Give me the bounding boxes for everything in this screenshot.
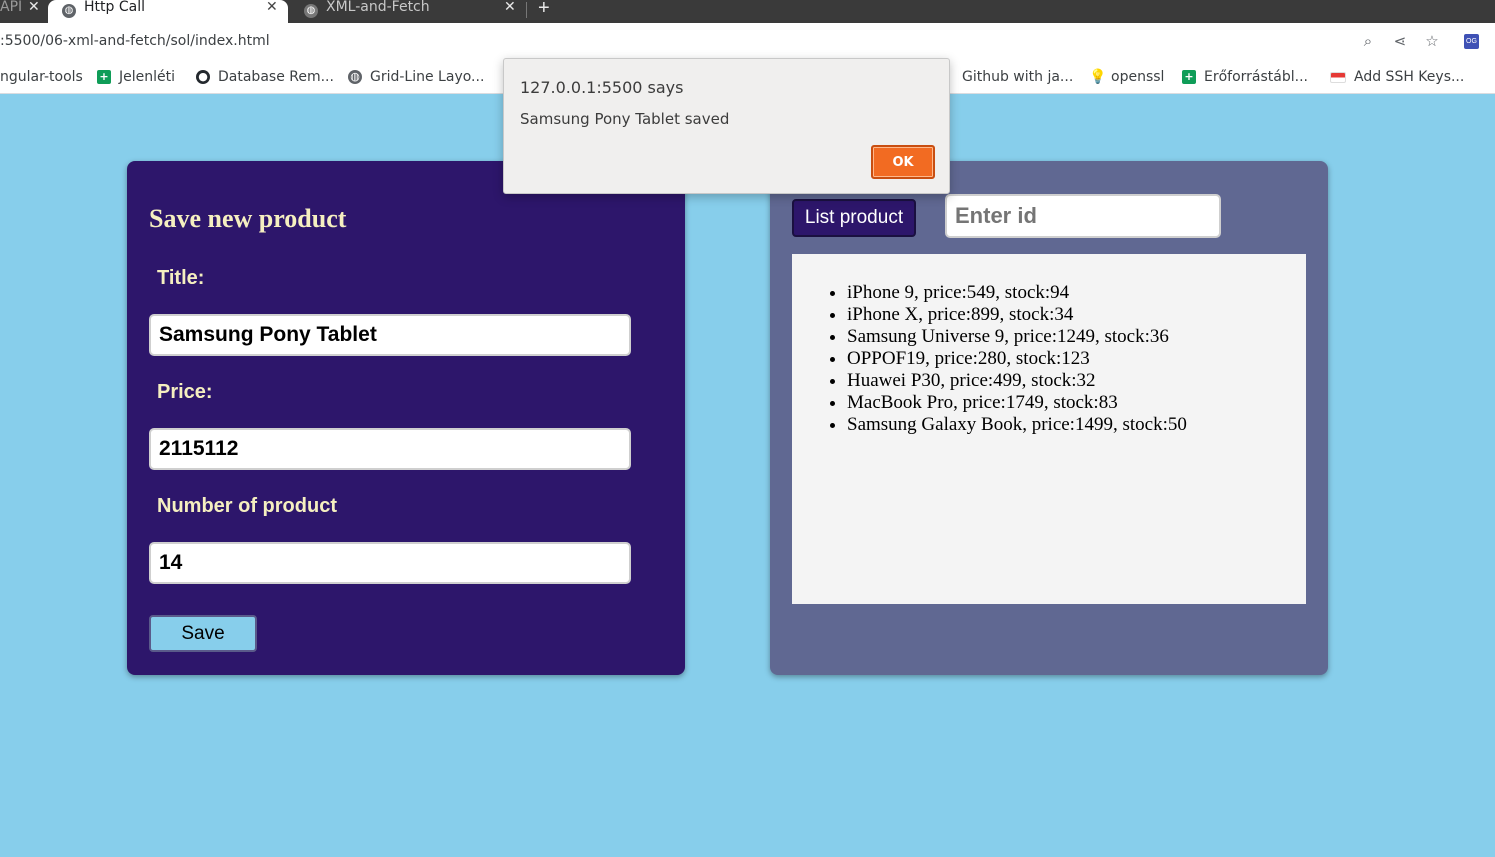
- count-input[interactable]: [149, 542, 631, 584]
- tab-http-call[interactable]: ◍ Http Call ✕: [48, 0, 288, 23]
- close-icon[interactable]: ✕: [266, 0, 278, 15]
- alert-dialog: 127.0.0.1:5500 says Samsung Pony Tablet …: [503, 58, 950, 194]
- bookmark-label: Erőforrástábl...: [1204, 69, 1308, 85]
- title-input[interactable]: [149, 314, 631, 356]
- bookmark-label: openssl: [1111, 69, 1165, 85]
- close-icon[interactable]: ✕: [28, 0, 40, 15]
- sheets-icon: +: [97, 70, 111, 84]
- tab-xml-and-fetch[interactable]: ◍ XML-and-Fetch ✕: [290, 0, 526, 23]
- list-product-button[interactable]: List product: [792, 199, 916, 237]
- list-item: OPPOF19, price:280, stock:123: [847, 348, 1306, 370]
- flag-icon: [1330, 71, 1346, 83]
- bookmark-angular-tools[interactable]: ngular-tools: [0, 66, 83, 88]
- close-icon[interactable]: ✕: [504, 0, 516, 15]
- product-list-panel: iPhone 9, price:549, stock:94 iPhone X, …: [792, 254, 1306, 604]
- bookmark-add-ssh-keys[interactable]: Add SSH Keys...: [1330, 66, 1464, 88]
- tab-divider: [526, 2, 527, 18]
- save-product-card: Save new product Title: Price: Number of…: [127, 161, 685, 675]
- bookmark-label: Jelenléti: [119, 69, 175, 85]
- share-icon[interactable]: ⋖: [1390, 31, 1410, 51]
- lightbulb-icon: 💡: [1089, 69, 1107, 85]
- bookmark-database-rem[interactable]: ● Database Rem...: [196, 66, 334, 88]
- tab-strip: API ✕ ◍ Http Call ✕ ◍ XML-and-Fetch ✕ +: [0, 0, 1495, 23]
- bookmark-openssl[interactable]: 💡 openssl: [1089, 66, 1164, 88]
- product-list: iPhone 9, price:549, stock:94 iPhone X, …: [792, 254, 1306, 436]
- title-label: Title:: [157, 267, 205, 289]
- id-input[interactable]: [945, 194, 1221, 238]
- save-button[interactable]: Save: [149, 615, 257, 652]
- star-icon[interactable]: ☆: [1422, 31, 1442, 51]
- list-item: Huawei P30, price:499, stock:32: [847, 370, 1306, 392]
- bookmark-label: Database Rem...: [218, 69, 334, 85]
- price-input[interactable]: [149, 428, 631, 470]
- product-list-card: List product iPhone 9, price:549, stock:…: [770, 161, 1328, 675]
- globe-icon: ◍: [348, 70, 362, 84]
- github-icon: ●: [196, 70, 210, 84]
- bookmark-github-with-ja[interactable]: Github with ja...: [962, 66, 1073, 88]
- sheets-icon: +: [1182, 70, 1196, 84]
- bookmark-label: Github with ja...: [962, 69, 1074, 85]
- bookmark-label: Add SSH Keys...: [1354, 69, 1465, 85]
- bookmark-jelenleti[interactable]: + Jelenléti: [97, 66, 175, 88]
- list-item: iPhone X, price:899, stock:34: [847, 304, 1306, 326]
- list-item: Samsung Universe 9, price:1249, stock:36: [847, 326, 1306, 348]
- ok-button[interactable]: OK: [871, 145, 935, 179]
- tab-title: XML-and-Fetch: [326, 0, 430, 15]
- tab-title: Http Call: [84, 0, 145, 15]
- list-item: iPhone 9, price:549, stock:94: [847, 282, 1306, 304]
- bookmark-label: ngular-tools: [0, 69, 83, 85]
- bookmark-label: Grid-Line Layo...: [370, 69, 485, 85]
- dialog-message: Samsung Pony Tablet saved: [520, 110, 730, 128]
- globe-icon: ◍: [304, 4, 318, 18]
- globe-icon: ◍: [62, 4, 76, 18]
- url-field[interactable]: :5500/06-xml-and-fetch/sol/index.html: [0, 33, 270, 49]
- price-label: Price:: [157, 381, 213, 403]
- list-item: MacBook Pro, price:1749, stock:83: [847, 392, 1306, 414]
- dialog-origin: 127.0.0.1:5500 says: [520, 78, 684, 97]
- new-tab-button[interactable]: +: [538, 0, 550, 19]
- profile-avatar[interactable]: OG: [1464, 34, 1479, 49]
- bookmark-eroforrastabla[interactable]: + Erőforrástábl...: [1182, 66, 1308, 88]
- zoom-icon[interactable]: ⌕: [1358, 31, 1378, 51]
- tab-api[interactable]: API ✕: [0, 0, 48, 23]
- bookmark-grid-line-layout[interactable]: ◍ Grid-Line Layo...: [348, 66, 484, 88]
- count-label: Number of product: [157, 495, 337, 517]
- tab-title: API: [0, 0, 23, 15]
- list-item: Samsung Galaxy Book, price:1499, stock:5…: [847, 414, 1306, 436]
- address-bar: :5500/06-xml-and-fetch/sol/index.html ⌕ …: [0, 23, 1495, 61]
- form-title: Save new product: [149, 204, 347, 233]
